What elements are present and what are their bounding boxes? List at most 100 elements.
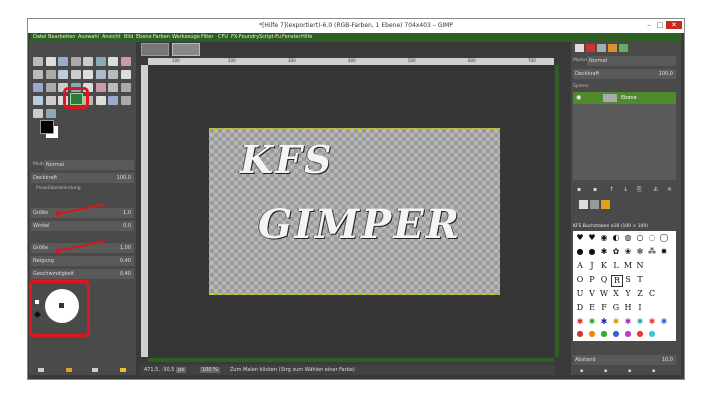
brush-item[interactable]: ● <box>599 329 609 339</box>
brush-item[interactable]: ✱ <box>611 317 621 327</box>
color-select-icon[interactable] <box>83 57 93 66</box>
menu-fenster[interactable]: Fenster <box>282 34 301 40</box>
brush-item[interactable]: U <box>575 289 585 299</box>
brush-item[interactable]: ● <box>623 329 633 339</box>
brush-item[interactable]: J <box>587 261 597 271</box>
brush-item[interactable]: ❀ <box>623 247 633 257</box>
bucket-icon[interactable] <box>108 83 118 92</box>
move-icon[interactable] <box>70 70 81 79</box>
patterns-tab-icon[interactable] <box>590 200 599 209</box>
menu-cfu[interactable]: CFU <box>218 34 228 40</box>
brush-item[interactable]: V <box>587 289 597 299</box>
menu-auswahl[interactable]: Auswahl <box>78 34 99 40</box>
duplicate-icon[interactable]: ⎘ <box>637 186 642 194</box>
brush-item[interactable]: O <box>575 275 585 285</box>
scissors-icon[interactable] <box>95 57 106 66</box>
image-canvas[interactable]: KFS GIMPER <box>209 128 500 295</box>
duplicate-brush-icon[interactable]: ▪ <box>628 368 631 374</box>
menu-fx-foundry[interactable]: FX-Foundry <box>231 34 259 40</box>
vertical-scrollbar[interactable] <box>555 65 559 357</box>
layers-modus-select[interactable]: Normal <box>587 56 676 66</box>
brush-item[interactable]: ✿ <box>611 247 621 257</box>
color-picker-icon[interactable] <box>33 70 43 79</box>
brush-item[interactable]: T <box>635 275 645 285</box>
horizontal-scrollbar[interactable] <box>148 358 554 362</box>
brush-item[interactable]: ◌ <box>647 233 657 243</box>
layers-tab-icon[interactable] <box>575 44 584 52</box>
new-brush-icon[interactable]: ▪ <box>604 368 607 374</box>
paths-tab-icon[interactable] <box>597 44 606 52</box>
perspective-clone-icon[interactable] <box>33 109 43 118</box>
clone-icon[interactable] <box>108 96 118 105</box>
new-layer-icon[interactable]: ▪ <box>577 186 581 193</box>
brush-item[interactable]: Z <box>635 289 645 299</box>
image-tab-1[interactable] <box>141 43 169 56</box>
brush-item[interactable]: I <box>635 303 645 313</box>
brush-item[interactable]: S <box>623 275 633 285</box>
menu-farben[interactable]: Farben <box>153 34 170 40</box>
brush-item[interactable]: ● <box>575 247 585 257</box>
paintbrush-icon[interactable] <box>45 96 56 105</box>
brush-item-selected[interactable]: R <box>611 275 623 287</box>
brush-item[interactable]: ● <box>575 329 585 339</box>
measure-icon[interactable] <box>58 70 68 79</box>
paintbrush-tool-icon[interactable] <box>70 93 83 105</box>
brush-item[interactable]: ✱ <box>635 317 645 327</box>
brush-item[interactable]: ◍ <box>623 233 633 243</box>
edit-brush-icon[interactable]: ▪ <box>580 368 583 374</box>
brush-item[interactable]: ✱ <box>647 317 657 327</box>
lasso-icon[interactable] <box>58 57 68 66</box>
menu-datei[interactable]: Datei <box>33 34 46 40</box>
image-tab-2[interactable] <box>172 43 200 56</box>
geschwindigkeit-slider[interactable]: Geschwindigkeit 0,40 <box>31 269 134 279</box>
blend-icon[interactable] <box>120 83 131 92</box>
brush-item[interactable]: ◯ <box>659 233 669 243</box>
text-icon[interactable] <box>95 83 106 92</box>
brush-item[interactable]: A <box>575 261 585 271</box>
raise-icon[interactable]: ↑ <box>609 186 614 193</box>
foreground-color-swatch[interactable] <box>40 120 54 134</box>
layer-row[interactable]: ◉ Ebene <box>573 92 676 104</box>
heal-icon[interactable] <box>120 96 131 105</box>
scale-icon[interactable] <box>120 70 131 79</box>
wand-icon[interactable] <box>70 57 81 66</box>
brush-item[interactable]: ✱ <box>623 317 633 327</box>
brush-item[interactable]: F <box>599 303 609 313</box>
brush-tab-icon[interactable] <box>619 44 628 52</box>
menu-bearbeiten[interactable]: Bearbeiten <box>48 34 75 40</box>
brush-item[interactable]: ✹ <box>659 247 669 257</box>
brush-item[interactable]: ♥ <box>587 233 597 243</box>
anchor-icon[interactable]: ⚓ <box>653 186 658 193</box>
align-icon[interactable] <box>83 70 93 79</box>
brush-item[interactable]: M <box>623 261 633 271</box>
neigung-slider[interactable]: Neigung 0,40 <box>31 256 134 266</box>
foreground-select-icon[interactable] <box>108 57 118 66</box>
channels-tab-icon[interactable] <box>586 44 595 52</box>
menu-ansicht[interactable]: Ansicht <box>102 34 120 40</box>
rotate-icon[interactable] <box>108 70 118 79</box>
brush-item[interactable]: N <box>635 261 645 271</box>
paths-icon[interactable] <box>120 57 131 66</box>
modus-select[interactable]: Normal <box>44 160 134 170</box>
brush-item[interactable]: Q <box>599 275 609 285</box>
brush-item[interactable]: ✱ <box>575 317 585 327</box>
brush-item[interactable]: G <box>611 303 621 313</box>
brush-item[interactable]: ◉ <box>599 233 609 243</box>
undo-tab-icon[interactable] <box>608 44 617 52</box>
brush-item[interactable]: ● <box>611 329 621 339</box>
blur-icon[interactable] <box>45 109 56 118</box>
brush-item[interactable]: X <box>611 289 621 299</box>
brush-spacing-slider[interactable]: Abstand 10,0 <box>573 355 676 365</box>
menu-filter[interactable]: Filter <box>201 34 213 40</box>
eye-icon[interactable]: ◉ <box>576 94 581 101</box>
brush-item[interactable]: Y <box>623 289 633 299</box>
restore-options-icon[interactable] <box>66 368 72 372</box>
perspective-icon[interactable] <box>45 83 56 92</box>
ellipse-select-icon[interactable] <box>45 57 56 66</box>
brush-item[interactable]: ● <box>587 247 597 257</box>
brush-item[interactable]: ◐ <box>611 233 621 243</box>
brush-item[interactable]: ✻ <box>635 247 645 257</box>
layers-deckkraft-slider[interactable]: Deckkraft 100,0 <box>573 69 676 79</box>
delete-layer-icon[interactable]: ✕ <box>667 186 672 193</box>
menu-werkzeuge[interactable]: Werkzeuge <box>172 34 200 40</box>
